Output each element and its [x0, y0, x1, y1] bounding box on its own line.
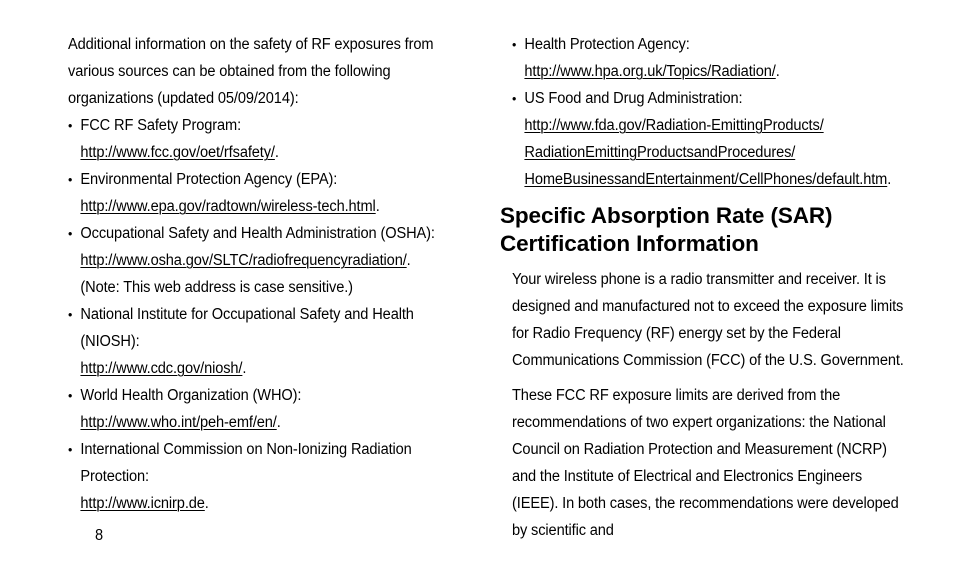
organization-url-line: http://www.hpa.org.uk/Topics/Radiation/.	[524, 58, 906, 85]
organization-url-link[interactable]: HomeBusinessandEntertainment/CellPhones/…	[524, 171, 887, 188]
organization-name: FCC RF Safety Program:	[80, 117, 242, 134]
section-heading-line-2: Certification Information	[500, 231, 759, 256]
organization-url-line: http://www.icnirp.de.	[80, 490, 469, 517]
section-heading: Specific Absorption Rate (SAR) Certifica…	[500, 193, 925, 263]
page-number: 8	[95, 527, 104, 544]
organization-url-link[interactable]: http://www.osha.gov/SLTC/radiofrequencyr…	[80, 252, 406, 269]
organization-note: (Note: This web address is case sensitiv…	[80, 279, 353, 296]
url-trailing-punctuation: .	[204, 495, 209, 512]
list-item: FCC RF Safety Program: http://www.fcc.go…	[68, 112, 469, 166]
organization-url-line: http://www.cdc.gov/niosh/.	[80, 355, 469, 382]
organization-name: Environmental Protection Agency (EPA):	[80, 171, 338, 188]
organization-url-link[interactable]: RadiationEmittingProductsandProcedures/	[524, 144, 795, 161]
list-item: Health Protection Agency: http://www.hpa…	[512, 31, 906, 85]
organization-name: International Commission on Non-Ionizing…	[80, 441, 412, 485]
section-heading-line-1: Specific Absorption Rate (SAR)	[500, 203, 833, 228]
url-trailing-punctuation: .	[375, 198, 380, 215]
organization-url-link[interactable]: http://www.fda.gov/Radiation-EmittingPro…	[524, 117, 823, 134]
list-item: World Health Organization (WHO): http://…	[68, 382, 469, 436]
organization-url-link[interactable]: http://www.epa.gov/radtown/wireless-tech…	[80, 198, 375, 215]
organization-url-line: http://www.epa.gov/radtown/wireless-tech…	[80, 193, 469, 220]
url-trailing-punctuation: .	[274, 144, 279, 161]
left-text-column: Additional information on the safety of …	[68, 0, 488, 517]
organization-url-line: http://www.who.int/peh-emf/en/.	[80, 409, 469, 436]
url-trailing-punctuation: .	[276, 414, 281, 431]
organization-url-line: http://www.fcc.gov/oet/rfsafety/.	[80, 139, 469, 166]
url-trailing-punctuation: .	[406, 252, 411, 269]
list-item: Environmental Protection Agency (EPA): h…	[68, 166, 469, 220]
organization-url-line: HomeBusinessandEntertainment/CellPhones/…	[524, 166, 906, 193]
list-item: Occupational Safety and Health Administr…	[68, 220, 469, 301]
organization-list-right: Health Protection Agency: http://www.hpa…	[512, 0, 925, 193]
organization-name: US Food and Drug Administration:	[524, 90, 743, 107]
right-text-column: Health Protection Agency: http://www.hpa…	[500, 0, 925, 544]
url-trailing-punctuation: .	[775, 63, 780, 80]
organization-url-link[interactable]: http://www.icnirp.de	[80, 495, 204, 512]
organization-name: World Health Organization (WHO):	[80, 387, 302, 404]
organization-url-line: http://www.osha.gov/SLTC/radiofrequencyr…	[80, 247, 469, 274]
sar-paragraph-2: These FCC RF exposure limits are derived…	[512, 387, 899, 539]
organization-url-link[interactable]: http://www.hpa.org.uk/Topics/Radiation/	[524, 63, 775, 80]
document-page: Additional information on the safety of …	[0, 0, 954, 587]
organization-name: Occupational Safety and Health Administr…	[80, 225, 435, 242]
url-trailing-punctuation: .	[242, 360, 247, 377]
organization-name: Health Protection Agency:	[524, 36, 690, 53]
organization-list-left: FCC RF Safety Program: http://www.fcc.go…	[68, 112, 488, 517]
url-trailing-punctuation: .	[887, 171, 892, 188]
sar-paragraph-1: Your wireless phone is a radio transmitt…	[512, 271, 904, 369]
organization-name: National Institute for Occupational Safe…	[80, 306, 414, 350]
intro-paragraph: Additional information on the safety of …	[68, 36, 434, 107]
list-item: International Commission on Non-Ionizing…	[68, 436, 469, 517]
organization-url-line: RadiationEmittingProductsandProcedures/	[524, 139, 906, 166]
organization-url-link[interactable]: http://www.fcc.gov/oet/rfsafety/	[80, 144, 275, 161]
organization-url-link[interactable]: http://www.who.int/peh-emf/en/	[80, 414, 276, 431]
list-item: National Institute for Occupational Safe…	[68, 301, 469, 382]
organization-url-line: http://www.fda.gov/Radiation-EmittingPro…	[524, 112, 906, 139]
organization-url-link[interactable]: http://www.cdc.gov/niosh/	[80, 360, 242, 377]
list-item: US Food and Drug Administration: http://…	[512, 85, 906, 193]
